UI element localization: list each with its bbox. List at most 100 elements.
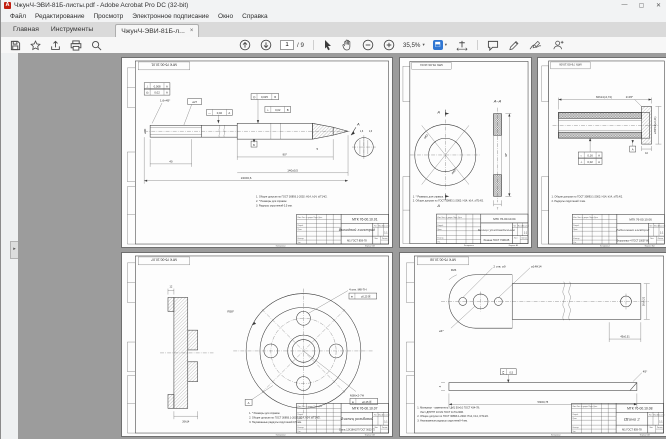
tab-tools[interactable]: Инструменты	[51, 26, 93, 33]
svg-text:Формат А3: Формат А3	[365, 245, 376, 247]
tab-document-label: ЧжунЧ-ЭВИ-81Б-л...	[121, 28, 185, 35]
tb-designation: МГК 76-00.10.07	[352, 406, 378, 410]
svg-text:1. Общие допуски по ГОСТ 30893: 1. Общие допуски по ГОСТ 30893.1-2002: Н…	[552, 195, 624, 199]
document-page-1[interactable]: МГК 76-00.10.01 А	[121, 57, 393, 248]
d30-label: ⌀30	[143, 128, 147, 133]
holes2-callout: 2 отв. ⌀9	[493, 264, 505, 268]
tab-strip: Главная Инструменты ЧжунЧ-ЭВИ-81Б-л... ×	[1, 22, 666, 38]
zoom-in-icon[interactable]	[383, 39, 395, 51]
share-icon[interactable]	[50, 40, 61, 51]
notes: 1. * Размеры для справок. 2. Общие допус…	[249, 411, 321, 424]
document-page-2[interactable]: МГК 76-00.10.04 ⌀62 ⌀48* А А	[399, 57, 532, 248]
corner-designation: МГК 76-00.10.04	[420, 63, 443, 67]
document-canvas[interactable]: МГК 76-00.10.01 А	[18, 53, 666, 439]
svg-text:0,025: 0,025	[261, 95, 268, 99]
svg-text:Копировал: Копировал	[600, 246, 611, 247]
tb-material: М1 ГОСТ 859-78	[347, 239, 367, 243]
tab-home[interactable]: Главная	[13, 26, 39, 33]
drawing-frame: МГК 76-00.10.07	[127, 256, 388, 433]
next-page-icon[interactable]	[260, 39, 272, 51]
menu-view[interactable]: Просмотр	[94, 13, 124, 20]
maximize-button[interactable]: ▢	[633, 2, 650, 9]
svg-text:Лист: Лист	[514, 238, 518, 240]
roughness-1: 1,6	[360, 130, 364, 133]
svg-text:0,5: 0,5	[509, 370, 513, 374]
d14-callout: ⌀14H14	[531, 264, 542, 268]
svg-text:А: А	[598, 160, 600, 164]
dim-530: 530±0,75	[538, 400, 549, 404]
notes: 1. Общие допуски по ГОСТ 30893.1-2002: Н…	[256, 195, 328, 208]
pencil-icon[interactable]	[508, 40, 520, 51]
page-width-icon[interactable]	[456, 40, 468, 51]
svg-text:Масштаб: Масштаб	[657, 415, 664, 417]
d27-label: ⌀27	[192, 100, 197, 104]
menu-file[interactable]: Файл	[10, 13, 26, 20]
svg-text:Лит.: Лит.	[650, 226, 654, 228]
search-icon[interactable]	[91, 40, 102, 51]
svg-text:Копировал: Копировал	[276, 435, 287, 436]
tab-close-icon[interactable]: ×	[190, 28, 194, 34]
svg-text:90*: 90*	[282, 152, 287, 156]
tb-name: Фланец резьбовой	[341, 417, 374, 421]
tb-scale: 1:1	[659, 421, 663, 424]
close-button[interactable]: ✕	[650, 2, 666, 9]
chamfer-label: 1,6×45°	[160, 99, 170, 103]
section-label: А	[351, 130, 355, 135]
save-icon[interactable]	[10, 40, 21, 51]
fit-page-icon[interactable]: ⬒	[433, 40, 443, 50]
svg-text:2. * Размеры для справок.: 2. * Размеры для справок.	[256, 199, 287, 203]
tb-designation: МГК 76-00.10.06	[629, 217, 652, 221]
page-number-input[interactable]	[280, 40, 294, 50]
svg-text:Н.контр.: Н.контр.	[298, 238, 305, 240]
dim-d30: ⌀30H12(+0,21)	[653, 117, 657, 134]
document-page-4[interactable]: МГК 76-00.10.07 12 26h14	[121, 252, 393, 437]
busbar-side-view: ⊏0,5 45° 4 530±0,75	[438, 369, 647, 408]
svg-text:Утв.: Утв.	[573, 431, 577, 433]
chamfer-45: 45°	[643, 370, 647, 374]
document-page-5[interactable]: МГК 76-00.10.08 2	[399, 252, 666, 437]
menu-esign[interactable]: Электронное подписание	[132, 13, 209, 20]
dim-60: 60h14(-0,74)	[596, 95, 612, 99]
menu-help[interactable]: Справка	[242, 13, 268, 20]
tb-scale: 1:1	[384, 421, 388, 424]
roughness-2: 1,6	[369, 130, 373, 133]
fit-caret-icon[interactable]: ▾	[445, 42, 447, 48]
svg-text:Масштаб: Масштаб	[522, 225, 529, 227]
print-icon[interactable]	[70, 40, 82, 51]
comment-icon[interactable]	[487, 40, 499, 51]
title-block: Изм. Лист № докум. Подп. Дата Разраб. Пр…	[436, 214, 529, 247]
tb-scale: 1:1	[660, 232, 664, 235]
zoom-caret-icon[interactable]: ▾	[422, 42, 424, 48]
tb-name: Кольцо уплотнительное	[477, 228, 515, 232]
dim-r58: R58*	[227, 309, 234, 313]
request-sign-icon[interactable]	[551, 39, 564, 51]
svg-text:Копировал: Копировал	[276, 246, 287, 247]
chamfer-label: 2×45°	[626, 95, 633, 99]
tab-document[interactable]: ЧжунЧ-ЭВИ-81Б-л... ×	[115, 24, 199, 38]
svg-text:0,008: 0,008	[154, 84, 161, 88]
fill-sign-icon[interactable]	[529, 40, 542, 51]
sleeve-view: 60h14(-0,74) ⌀30H12(+0,21) 2×45° 10	[553, 95, 662, 155]
previous-page-icon[interactable]	[239, 39, 251, 51]
corner-designation: МГК 76-00.10.01	[151, 62, 177, 66]
star-icon[interactable]	[30, 40, 41, 51]
svg-text:Разраб.: Разраб.	[298, 225, 305, 227]
hand-tool-icon[interactable]	[342, 39, 353, 51]
acrobat-icon: A	[4, 2, 11, 9]
svg-text:Н.контр.: Н.контр.	[573, 238, 580, 240]
minimize-button[interactable]: —	[616, 2, 633, 9]
menu-window[interactable]: Окно	[218, 13, 233, 20]
svg-text:Формат А3: Формат А3	[640, 434, 651, 436]
dim-48: 48*	[504, 152, 508, 157]
svg-text:Утв.: Утв.	[298, 431, 302, 433]
svg-text:40: 40	[169, 159, 173, 163]
select-tool-icon[interactable]	[323, 39, 333, 51]
menu-edit[interactable]: Редактирование	[35, 13, 85, 20]
dim-7: 7	[497, 207, 499, 211]
document-page-3[interactable]: МГК 76-00.10.06 60h14(-0,74)	[537, 57, 666, 248]
svg-text:Масштаб: Масштаб	[382, 226, 389, 228]
svg-text:А: А	[166, 91, 168, 95]
zoom-out-icon[interactable]	[362, 39, 374, 51]
svg-text:Пров.: Пров.	[573, 229, 578, 231]
zoom-level[interactable]: 35,5%	[403, 42, 421, 49]
